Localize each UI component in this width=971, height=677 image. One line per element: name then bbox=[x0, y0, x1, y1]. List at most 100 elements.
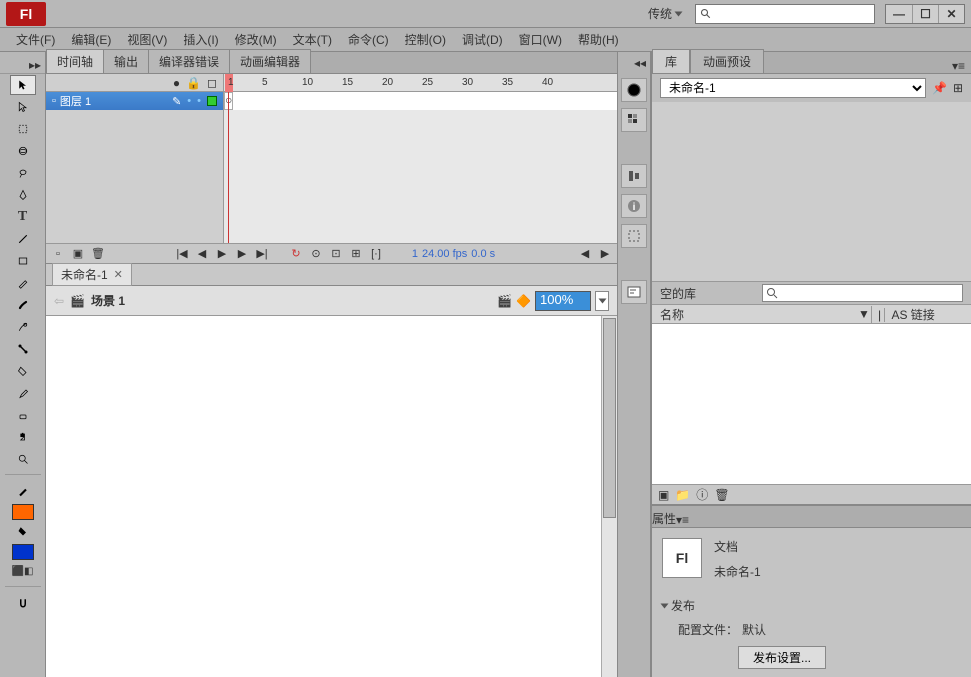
stage[interactable] bbox=[46, 316, 601, 677]
close-button[interactable]: ✕ bbox=[938, 5, 964, 23]
transform-panel-icon[interactable] bbox=[621, 224, 647, 248]
play-button[interactable]: ▶ bbox=[214, 247, 230, 261]
dock-collapse-icon[interactable]: ◂◂ bbox=[618, 56, 650, 72]
tab-timeline[interactable]: 时间轴 bbox=[46, 49, 104, 73]
menu-window[interactable]: 窗口(W) bbox=[511, 29, 570, 50]
menu-insert[interactable]: 插入(I) bbox=[175, 29, 226, 50]
eye-icon[interactable]: ● bbox=[173, 76, 180, 90]
document-tab[interactable]: 未命名-1 ✕ bbox=[52, 263, 132, 286]
stroke-color-swatch[interactable] bbox=[12, 544, 34, 560]
new-library-button[interactable]: ⊞ bbox=[953, 81, 963, 95]
tab-library[interactable]: 库 bbox=[652, 49, 690, 73]
delete-button[interactable]: 🗑 bbox=[714, 488, 729, 502]
selection-tool[interactable] bbox=[10, 75, 36, 95]
text-tool[interactable]: T bbox=[10, 207, 36, 227]
prev-frame-button[interactable]: ◀ bbox=[194, 247, 210, 261]
zoom-tool[interactable] bbox=[10, 449, 36, 469]
menu-modify[interactable]: 修改(M) bbox=[227, 29, 285, 50]
info-panel-icon[interactable]: i bbox=[621, 194, 647, 218]
rectangle-tool[interactable] bbox=[10, 251, 36, 271]
next-frame-button[interactable]: ▶ bbox=[234, 247, 250, 261]
first-frame-button[interactable]: |◀ bbox=[174, 247, 190, 261]
fill-color-swatch[interactable] bbox=[12, 504, 34, 520]
hand-tool[interactable] bbox=[10, 427, 36, 447]
menu-help[interactable]: 帮助(H) bbox=[570, 29, 627, 50]
back-button[interactable]: ⇦ bbox=[54, 294, 64, 308]
col-link[interactable]: AS 链接 bbox=[884, 308, 934, 322]
tab-properties[interactable]: 属性 bbox=[652, 510, 676, 527]
zoom-dropdown[interactable] bbox=[595, 291, 609, 311]
bone-tool[interactable] bbox=[10, 339, 36, 359]
workspace-dropdown[interactable]: 传统 bbox=[642, 3, 687, 24]
lasso-tool[interactable] bbox=[10, 163, 36, 183]
brush-tool[interactable] bbox=[10, 295, 36, 315]
vertical-scrollbar[interactable] bbox=[601, 316, 617, 677]
maximize-button[interactable]: ☐ bbox=[912, 5, 938, 23]
layer-color-swatch[interactable] bbox=[207, 96, 217, 106]
menu-debug[interactable]: 调试(D) bbox=[454, 29, 511, 50]
new-layer-button[interactable]: ▫ bbox=[50, 247, 66, 261]
publish-settings-button[interactable]: 发布设置... bbox=[738, 646, 826, 669]
fill-color-icon[interactable] bbox=[10, 521, 36, 541]
pin-library-button[interactable]: 📌 bbox=[932, 81, 947, 95]
eyedropper-tool[interactable] bbox=[10, 383, 36, 403]
onion-skin-button[interactable]: ⊙ bbox=[308, 247, 324, 261]
tab-errors[interactable]: 编译器错误 bbox=[148, 49, 230, 73]
tab-motion-editor[interactable]: 动画编辑器 bbox=[229, 49, 311, 73]
edit-scene-button[interactable]: 🎬 bbox=[497, 294, 512, 308]
properties-button[interactable]: ⓘ bbox=[696, 486, 708, 503]
panel-menu-icon[interactable]: ▾≡ bbox=[946, 59, 971, 73]
menu-text[interactable]: 文本(T) bbox=[285, 29, 340, 50]
last-frame-button[interactable]: ▶| bbox=[254, 247, 270, 261]
publish-section-header[interactable]: 发布 bbox=[662, 594, 961, 617]
deco-tool[interactable] bbox=[10, 317, 36, 337]
scroll-left-button[interactable]: ◀ bbox=[577, 247, 593, 261]
minimize-button[interactable]: — bbox=[886, 5, 912, 23]
onion-markers-button[interactable]: [·] bbox=[368, 247, 384, 261]
tab-output[interactable]: 输出 bbox=[103, 49, 149, 73]
menu-control[interactable]: 控制(O) bbox=[397, 29, 454, 50]
library-document-dropdown[interactable]: 未命名-1 bbox=[660, 78, 926, 98]
library-search-input[interactable] bbox=[762, 284, 963, 302]
code-panel-icon[interactable] bbox=[621, 280, 647, 304]
menu-file[interactable]: 文件(F) bbox=[8, 29, 63, 50]
col-name[interactable]: 名称 bbox=[652, 306, 857, 323]
menu-edit[interactable]: 编辑(E) bbox=[63, 29, 119, 50]
paint-bucket-tool[interactable] bbox=[10, 361, 36, 381]
timeline-frames[interactable]: ○ bbox=[224, 92, 617, 243]
swap-colors-button[interactable]: ⬛◧ bbox=[10, 561, 36, 581]
color-panel-icon[interactable] bbox=[621, 78, 647, 102]
delete-layer-button[interactable]: 🗑 bbox=[90, 247, 106, 261]
layer-row[interactable]: ▫ 图层 1 ✎ • • bbox=[46, 92, 223, 110]
3d-tool[interactable] bbox=[10, 141, 36, 161]
menu-commands[interactable]: 命令(C) bbox=[340, 29, 397, 50]
swatches-panel-icon[interactable] bbox=[621, 108, 647, 132]
pencil-tool[interactable] bbox=[10, 273, 36, 293]
tab-presets[interactable]: 动画预设 bbox=[690, 49, 764, 73]
eraser-tool[interactable] bbox=[10, 405, 36, 425]
stroke-color-icon[interactable] bbox=[10, 481, 36, 501]
pen-tool[interactable] bbox=[10, 185, 36, 205]
timeline-ruler[interactable]: 1 5 10 15 20 25 30 35 40 bbox=[224, 74, 617, 91]
line-tool[interactable] bbox=[10, 229, 36, 249]
onion-outline-button[interactable]: ⊡ bbox=[328, 247, 344, 261]
new-folder-button[interactable]: ▣ bbox=[70, 247, 86, 261]
panel-collapse-icon[interactable]: ▸▸ bbox=[0, 56, 45, 74]
new-symbol-button[interactable]: ▣ bbox=[658, 488, 669, 502]
lock-icon[interactable]: 🔒 bbox=[186, 76, 201, 90]
menu-view[interactable]: 视图(V) bbox=[119, 29, 175, 50]
new-folder-button[interactable]: 📁 bbox=[675, 488, 690, 502]
snap-tool[interactable] bbox=[10, 593, 36, 613]
edit-symbol-button[interactable]: 🔶 bbox=[516, 294, 531, 308]
zoom-input[interactable]: 100% bbox=[535, 291, 591, 311]
help-search-input[interactable] bbox=[695, 4, 875, 24]
free-transform-tool[interactable] bbox=[10, 119, 36, 139]
align-panel-icon[interactable] bbox=[621, 164, 647, 188]
loop-button[interactable]: ↻ bbox=[288, 247, 304, 261]
library-list[interactable] bbox=[652, 324, 971, 484]
close-tab-button[interactable]: ✕ bbox=[114, 268, 123, 281]
subselection-tool[interactable] bbox=[10, 97, 36, 117]
scroll-right-button[interactable]: ▶ bbox=[597, 247, 613, 261]
edit-multiple-button[interactable]: ⊞ bbox=[348, 247, 364, 261]
panel-menu-icon[interactable]: ▾≡ bbox=[676, 513, 689, 527]
